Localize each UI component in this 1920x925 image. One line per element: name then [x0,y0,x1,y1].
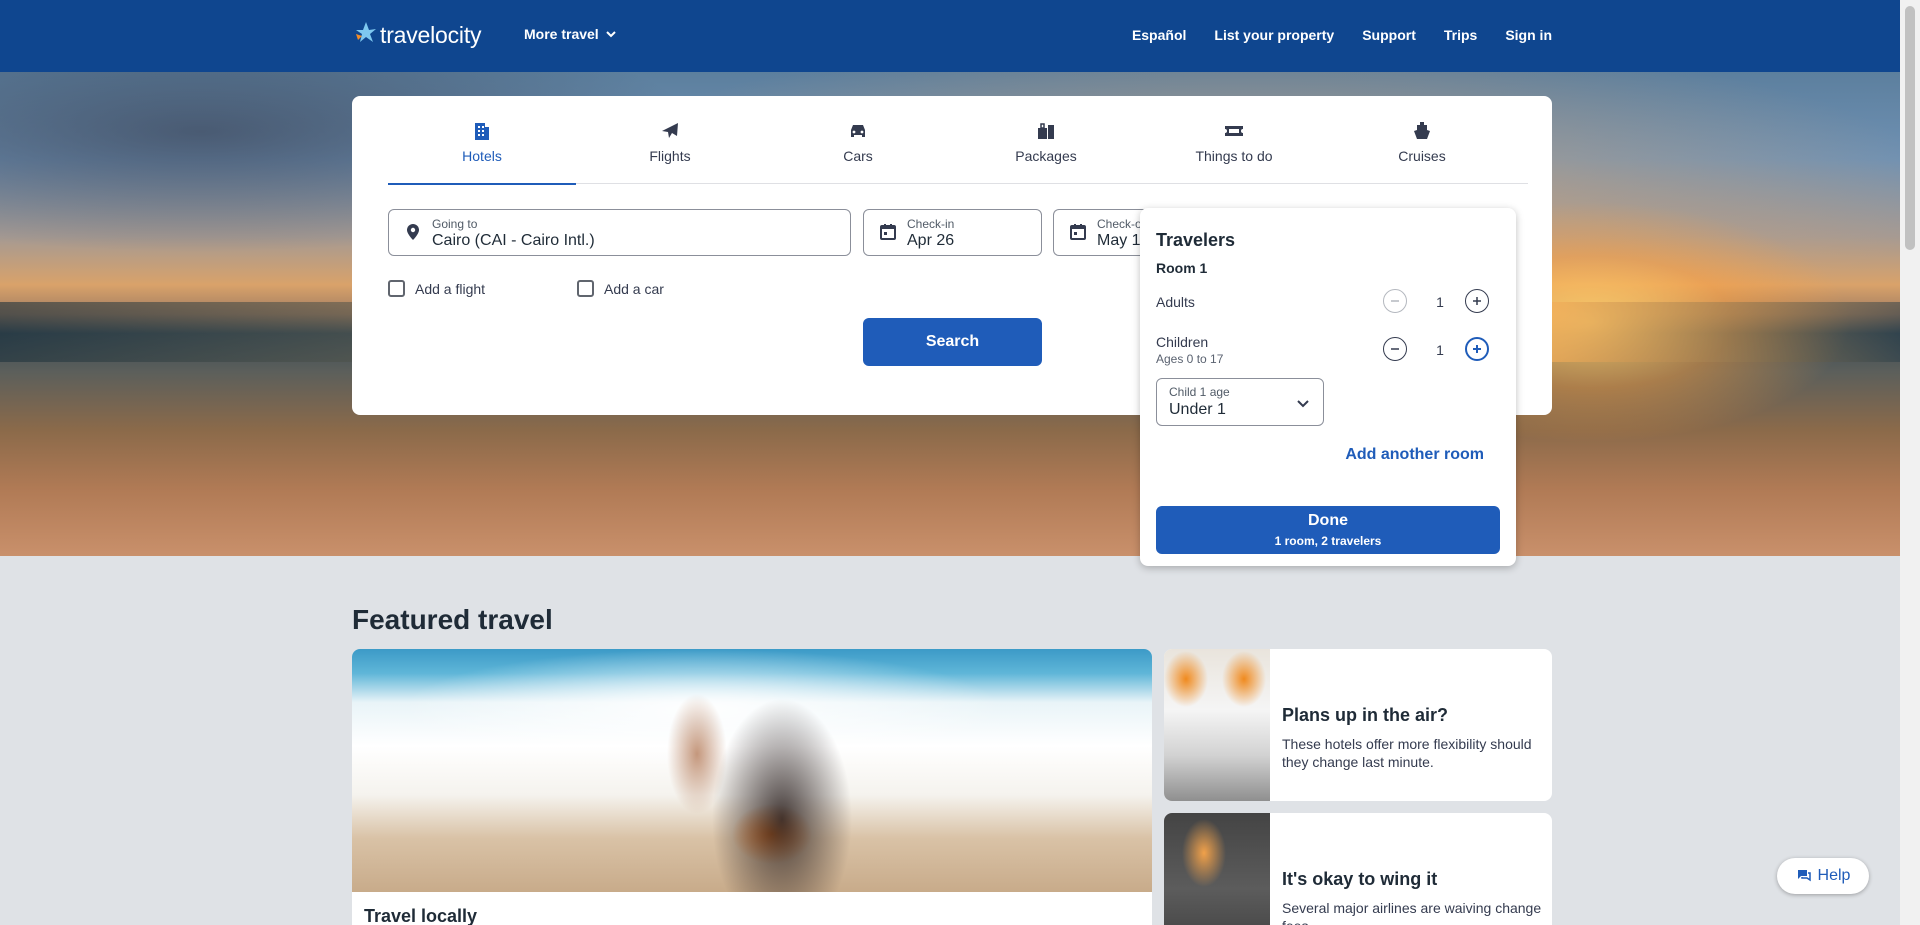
adults-label: Adults [1156,294,1195,310]
add-car-option[interactable]: Add a car [577,280,664,297]
top-header: travelocity More travel Español List you… [0,0,1900,72]
tab-hotels-label: Hotels [462,148,502,164]
help-label: Help [1817,867,1851,884]
tab-packages[interactable]: Packages [952,96,1140,184]
logo-text: travelocity [380,21,482,48]
location-pin-icon [407,224,419,240]
child-1-age-select[interactable]: Child 1 age Under 1 [1156,378,1324,426]
calendar-icon [1070,224,1086,240]
children-age-range: Ages 0 to 17 [1156,352,1224,366]
tab-things-to-do[interactable]: Things to do [1140,96,1328,184]
nav-sign-in[interactable]: Sign in [1505,27,1552,43]
travel-locally-title: Travel locally [364,906,478,925]
chevron-down-icon [605,31,616,38]
add-flight-checkbox[interactable] [388,280,405,297]
tab-cruises[interactable]: Cruises [1328,96,1516,184]
travelers-title: Travelers [1156,230,1236,250]
minus-icon [1391,348,1399,350]
search-tabs: Hotels Flights Cars Packages Things to d… [388,96,1528,185]
calendar-icon [880,224,896,240]
plans-card-title: Plans up in the air? [1282,705,1449,725]
going-to-label: Going to [432,217,478,231]
page-scrollbar[interactable] [1900,0,1920,925]
plus-icon [1473,345,1481,353]
car-icon [851,125,865,137]
chevron-down-icon [1297,400,1309,408]
nav-espanol[interactable]: Español [1132,27,1186,43]
children-count: 1 [1436,342,1444,358]
check-out-value: May 1 [1097,232,1141,249]
children-increase-button[interactable] [1465,337,1489,361]
beach-children-image [352,649,1152,892]
tab-hotels[interactable]: Hotels [388,96,576,185]
header-nav: Español List your property Support Trips… [1132,27,1552,43]
child-age-value: Under 1 [1169,401,1226,418]
check-in-field[interactable]: Check-in Apr 26 [863,209,1042,256]
featured-travel-heading: Featured travel [352,604,553,635]
add-another-room-link[interactable]: Add another room [1345,446,1484,464]
chat-icon [1797,870,1811,882]
tab-cruises-label: Cruises [1398,148,1446,164]
check-in-label: Check-in [907,217,955,231]
hotel-bed-image [1164,649,1270,801]
search-button[interactable]: Search [863,318,1042,366]
adults-decrease-button[interactable] [1383,289,1407,313]
packages-icon [1038,123,1054,139]
tab-things-label: Things to do [1195,148,1273,164]
add-flight-label: Add a flight [415,280,486,297]
plus-icon [1473,297,1481,305]
check-in-value: Apr 26 [907,232,955,249]
adults-count: 1 [1436,294,1444,310]
child-age-label: Child 1 age [1169,385,1230,399]
adults-increase-button[interactable] [1465,289,1489,313]
going-to-value: Cairo (CAI - Cairo Intl.) [432,232,595,249]
done-summary: 1 room, 2 travelers [1274,534,1382,548]
wing-it-card-text: Several major airlines are waiving chang… [1282,900,1542,925]
nav-trips[interactable]: Trips [1444,27,1477,43]
scrollbar-thumb[interactable] [1905,6,1915,250]
plans-up-in-air-card[interactable]: Plans up in the air? These hotels offer … [1164,649,1552,801]
travel-locally-card[interactable]: Travel locally [352,649,1152,925]
nav-list-property[interactable]: List your property [1214,27,1334,43]
tab-flights-label: Flights [649,148,691,164]
ticket-icon [1225,126,1243,136]
add-car-label: Add a car [604,280,664,297]
minus-icon [1391,300,1399,302]
more-travel-menu[interactable]: More travel [524,26,617,42]
add-flight-option[interactable]: Add a flight [388,280,485,297]
children-decrease-button[interactable] [1383,337,1407,361]
tab-flights[interactable]: Flights [576,96,764,184]
done-button[interactable]: Done 1 room, 2 travelers [1156,506,1500,554]
tab-cars[interactable]: Cars [764,96,952,184]
tab-packages-label: Packages [1015,148,1077,164]
going-to-field[interactable]: Going to Cairo (CAI - Cairo Intl.) [388,209,851,256]
tab-cars-label: Cars [843,148,873,164]
check-out-label: Check-o [1097,217,1142,231]
wing-it-card-title: It's okay to wing it [1282,869,1438,889]
ship-icon [1414,122,1430,139]
luggage-image [1164,813,1270,925]
children-label: Children [1156,334,1209,350]
logo-star-icon [356,22,376,42]
more-travel-label: More travel [524,26,599,42]
plane-icon [662,123,678,138]
travelocity-logo[interactable]: travelocity [352,18,482,52]
nav-support[interactable]: Support [1362,27,1416,43]
plans-card-text: These hotels offer more flexibility shou… [1282,736,1532,770]
travelers-popup: Travelers Room 1 Adults 1 Children Ages … [1140,208,1516,566]
room-label: Room 1 [1156,260,1208,276]
help-button[interactable]: Help [1777,858,1869,894]
add-car-checkbox[interactable] [577,280,594,297]
done-label: Done [1308,512,1348,529]
okay-to-wing-it-card[interactable]: It's okay to wing it Several major airli… [1164,813,1552,925]
hotel-icon [475,123,489,140]
